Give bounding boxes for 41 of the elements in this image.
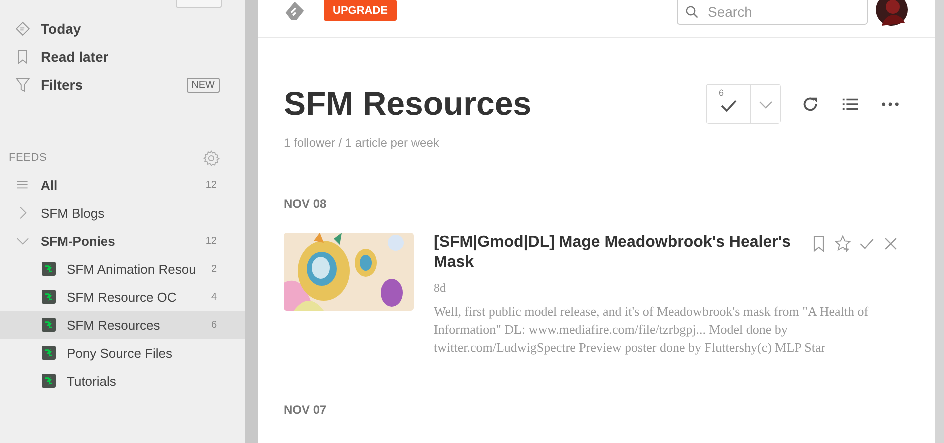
nav-item[interactable]: Today xyxy=(0,15,245,43)
new-badge: NEW xyxy=(186,78,220,92)
logo-icon[interactable] xyxy=(284,0,306,22)
unread-count: 2 xyxy=(211,264,217,274)
article-age: 8d xyxy=(434,281,447,296)
feed-item[interactable]: SFM Resource OC 4 xyxy=(0,283,245,311)
section-label: FEEDS xyxy=(9,152,48,164)
unread-count: 4 xyxy=(211,292,217,302)
date-heading: NOV 08 xyxy=(284,197,328,211)
feed-favicon-icon xyxy=(42,346,56,360)
settings-icon[interactable] xyxy=(203,150,220,166)
feed-favicon-icon xyxy=(42,290,56,304)
article-title[interactable]: [SFM|Gmod|DL] Mage Meadowbrook's Healer's Mask xyxy=(434,233,799,273)
mark-read-button[interactable]: 6 xyxy=(707,85,751,123)
avatar[interactable] xyxy=(876,0,908,26)
feed-item[interactable]: SFM Resources 6 xyxy=(0,311,245,339)
feed-stats: 1 follower / 1 article per week xyxy=(284,136,440,150)
search-field[interactable]: Search xyxy=(677,0,868,25)
feed-favicon-icon xyxy=(42,262,56,276)
feed-item[interactable]: SFM Animation Resou 2 xyxy=(0,255,245,283)
unread-count: 12 xyxy=(206,236,217,246)
feed-favicon-icon xyxy=(42,374,56,388)
caret-icon xyxy=(758,100,772,108)
article-summary: Well, first public model release, and it's of Meadowbrook's mask from "A Health of Information" DL: www.mediafire.com/file/tzrbgpj... Model done by twitter.com/LudwigSpectre Preview poster done by Fluttershy(c) MLP Star xyxy=(434,303,870,357)
scrollbar[interactable] xyxy=(935,0,944,443)
nav-item[interactable]: Filters NEW xyxy=(0,71,245,99)
search-icon xyxy=(685,5,700,20)
nav-item[interactable]: Read later xyxy=(0,43,245,71)
unread-count: 6 xyxy=(211,320,217,330)
diamond-icon xyxy=(15,21,31,37)
feed-title: SFM Resources xyxy=(284,85,532,123)
unread-count: 12 xyxy=(206,180,217,190)
feed-item[interactable]: Pony Source Files xyxy=(0,339,245,367)
feed-item[interactable]: SFM-Ponies 12 xyxy=(0,227,245,255)
feed-item[interactable]: SFM Blogs xyxy=(0,199,245,227)
feed-favicon-icon xyxy=(42,318,56,332)
filter-icon xyxy=(15,77,31,93)
feed-item[interactable]: All 12 xyxy=(0,171,245,199)
date-heading: NOV 07 xyxy=(284,403,328,417)
feed-item[interactable]: Tutorials xyxy=(0,367,245,395)
star-plus-icon[interactable] xyxy=(834,235,852,253)
